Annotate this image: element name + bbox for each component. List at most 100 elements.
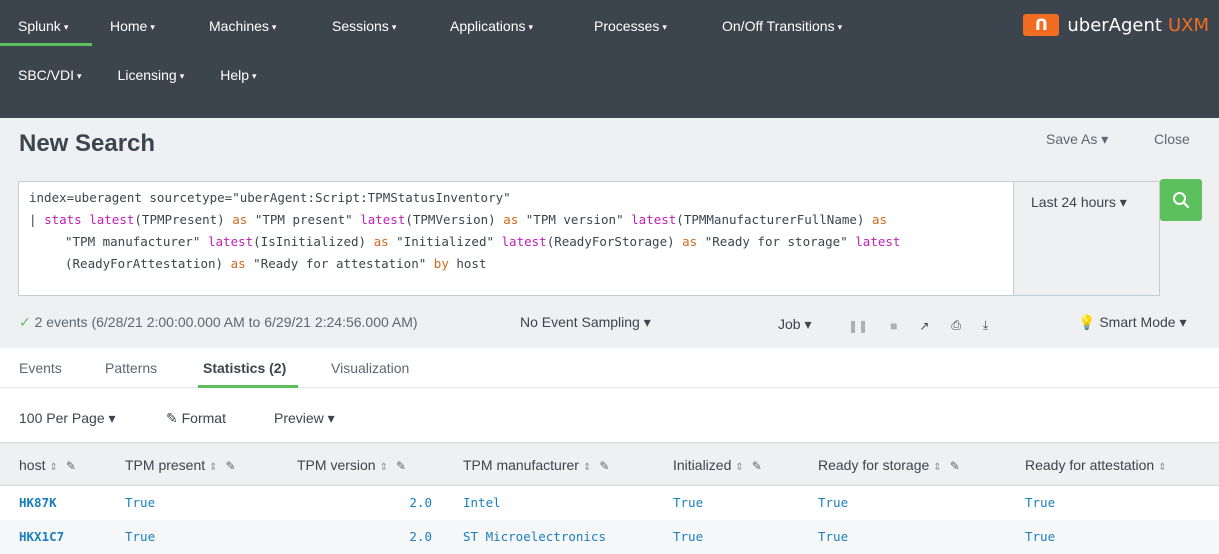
brand-logo-link[interactable]: ꓵ uberAgent UXM bbox=[1023, 10, 1209, 40]
sort-icon[interactable]: ⇕ bbox=[209, 462, 217, 473]
nav-item-splunk[interactable]: Splunk ▾ bbox=[0, 6, 92, 46]
nav-label: SBC/VDI bbox=[18, 67, 75, 83]
time-range-picker[interactable]: Last 24 hours ▾ bbox=[1014, 181, 1160, 296]
tab-events[interactable]: Events bbox=[19, 360, 62, 376]
edit-column-icon[interactable]: ✎ bbox=[396, 459, 406, 473]
search-mode-dropdown[interactable]: 💡 Smart Mode ▾ bbox=[1078, 314, 1187, 331]
table-toolbar: 100 Per Page ▾ ✎ Format Preview ▾ bbox=[0, 398, 1219, 438]
edit-column-icon[interactable]: ✎ bbox=[66, 459, 76, 473]
nav-label: Help bbox=[220, 67, 250, 83]
nav-item-onoff-transitions[interactable]: On/Off Transitions ▾ bbox=[704, 6, 860, 46]
cell-ready-for-storage[interactable]: True bbox=[818, 495, 848, 510]
chevron-down-icon: ▾ bbox=[528, 22, 534, 32]
chevron-down-icon: ▾ bbox=[271, 22, 277, 32]
query-token: as bbox=[871, 212, 888, 227]
sort-icon[interactable]: ⇕ bbox=[1158, 462, 1166, 473]
page-title: New Search bbox=[19, 130, 156, 157]
cell-initialized[interactable]: True bbox=[673, 495, 703, 510]
query-line-1: index=uberagent sourcetype="uberAgent:Sc… bbox=[29, 190, 511, 205]
nav-item-applications[interactable]: Applications ▾ bbox=[432, 6, 576, 46]
sort-icon[interactable]: ⇕ bbox=[735, 462, 743, 473]
nav-item-sbc-vdi[interactable]: SBC/VDI ▾ bbox=[0, 55, 100, 95]
column-label: Ready for attestation bbox=[1025, 457, 1155, 473]
tab-patterns[interactable]: Patterns bbox=[105, 360, 157, 376]
search-query-editor[interactable]: index=uberagent sourcetype="uberAgent:Sc… bbox=[18, 181, 1014, 296]
tab-statistics[interactable]: Statistics (2) bbox=[203, 360, 286, 376]
nav-label: Home bbox=[110, 18, 148, 34]
tab-visualization[interactable]: Visualization bbox=[331, 360, 409, 376]
edit-column-icon[interactable]: ✎ bbox=[599, 459, 609, 473]
save-as-button[interactable]: Save As ▾ bbox=[1046, 131, 1108, 148]
chevron-down-icon: ▾ bbox=[837, 22, 843, 32]
column-label: TPM present bbox=[125, 457, 206, 473]
nav-item-machines[interactable]: Machines ▾ bbox=[191, 6, 314, 46]
nav-item-home[interactable]: Home ▾ bbox=[92, 6, 191, 46]
print-icon[interactable]: ⎙ bbox=[951, 318, 961, 333]
nav-item-processes[interactable]: Processes ▾ bbox=[576, 6, 704, 46]
nav-label: Licensing bbox=[117, 67, 177, 83]
search-mode-label: Smart Mode ▾ bbox=[1099, 314, 1187, 330]
sort-icon[interactable]: ⇕ bbox=[933, 462, 941, 473]
cell-tpm-manufacturer[interactable]: Intel bbox=[463, 495, 501, 510]
query-token: | bbox=[29, 212, 45, 227]
cell-tpm-version[interactable]: 2.0 bbox=[372, 529, 432, 544]
query-token: as bbox=[232, 212, 248, 227]
cell-host[interactable]: HK87K bbox=[19, 495, 57, 510]
query-token: (TPMManufacturerFullName) bbox=[676, 212, 872, 227]
cell-tpm-present[interactable]: True bbox=[125, 495, 155, 510]
cell-ready-for-storage[interactable]: True bbox=[818, 529, 848, 544]
checkmark-icon: ✓ bbox=[19, 314, 31, 330]
cell-tpm-present[interactable]: True bbox=[125, 529, 155, 544]
sort-icon[interactable]: ⇕ bbox=[583, 462, 591, 473]
export-icon[interactable]: ⤓ bbox=[983, 318, 988, 333]
query-token: latest bbox=[631, 212, 677, 227]
nav-label: On/Off Transitions bbox=[722, 18, 835, 34]
search-button[interactable] bbox=[1160, 179, 1202, 221]
column-header-ready-for-storage[interactable]: Ready for storage ⇕ ✎ bbox=[818, 457, 960, 473]
cell-host[interactable]: HKX1C7 bbox=[19, 529, 64, 544]
query-token: (ReadyForAttestation) bbox=[65, 256, 231, 271]
chevron-down-icon: ▾ bbox=[252, 71, 257, 81]
nav-label: Sessions bbox=[332, 18, 389, 34]
edit-column-icon[interactable]: ✎ bbox=[226, 459, 236, 473]
column-label: TPM manufacturer bbox=[463, 457, 579, 473]
event-sampling-dropdown[interactable]: No Event Sampling ▾ bbox=[520, 314, 651, 331]
sort-icon[interactable]: ⇕ bbox=[380, 462, 388, 473]
close-button[interactable]: Close bbox=[1154, 131, 1190, 147]
stop-icon[interactable]: ■ bbox=[890, 319, 897, 333]
nav-label: Machines bbox=[209, 18, 269, 34]
edit-column-icon[interactable]: ✎ bbox=[950, 459, 960, 473]
query-line-4: (ReadyForAttestation) as "Ready for atte… bbox=[29, 253, 1003, 275]
query-token: host bbox=[448, 256, 487, 271]
nav-label: Splunk bbox=[18, 18, 61, 34]
pause-icon[interactable]: ❚❚ bbox=[848, 319, 868, 333]
format-button[interactable]: ✎ Format bbox=[166, 410, 226, 427]
chevron-down-icon: ▾ bbox=[662, 22, 667, 32]
job-menu[interactable]: Job ▾ bbox=[778, 316, 812, 333]
nav-row-primary: Splunk ▾ Home ▾ Machines ▾ Sessions ▾ Applic… bbox=[0, 6, 860, 46]
nav-item-licensing[interactable]: Licensing ▾ bbox=[100, 55, 203, 95]
cell-tpm-manufacturer[interactable]: ST Microelectronics bbox=[463, 529, 606, 544]
cell-tpm-version[interactable]: 2.0 bbox=[372, 495, 432, 510]
sort-icon[interactable]: ⇕ bbox=[49, 462, 57, 473]
column-header-tpm-manufacturer[interactable]: TPM manufacturer ⇕ ✎ bbox=[463, 457, 609, 473]
column-header-ready-for-attestation[interactable]: Ready for attestation ⇕ bbox=[1025, 457, 1167, 473]
column-header-tpm-present[interactable]: TPM present ⇕ ✎ bbox=[125, 457, 236, 473]
nav-item-help[interactable]: Help ▾ bbox=[202, 55, 274, 95]
column-header-tpm-version[interactable]: TPM version ⇕ ✎ bbox=[297, 457, 406, 473]
per-page-dropdown[interactable]: 100 Per Page ▾ bbox=[19, 410, 116, 427]
column-header-initialized[interactable]: Initialized ⇕ ✎ bbox=[673, 457, 762, 473]
cell-initialized[interactable]: True bbox=[673, 529, 703, 544]
nav-row-secondary: SBC/VDI ▾ Licensing ▾ Help ▾ bbox=[0, 55, 275, 95]
query-token: stats bbox=[44, 212, 82, 227]
cell-ready-for-attestation[interactable]: True bbox=[1025, 529, 1055, 544]
edit-column-icon[interactable]: ✎ bbox=[752, 459, 762, 473]
lightbulb-icon: 💡 bbox=[1078, 314, 1096, 330]
preview-dropdown[interactable]: Preview ▾ bbox=[274, 410, 335, 427]
share-icon[interactable]: ↗ bbox=[919, 319, 929, 333]
column-header-host[interactable]: host ⇕ ✎ bbox=[19, 457, 76, 473]
table-row: HK87K True 2.0 Intel True True True bbox=[0, 486, 1219, 520]
cell-ready-for-attestation[interactable]: True bbox=[1025, 495, 1055, 510]
nav-item-sessions[interactable]: Sessions ▾ bbox=[314, 6, 432, 46]
query-token: latest bbox=[89, 212, 135, 227]
